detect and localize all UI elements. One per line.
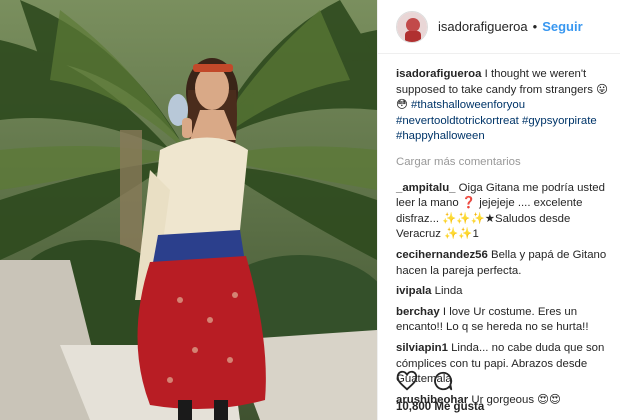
comment-item: _ampitalu_ Oiga Gitana me podría usted l… bbox=[396, 181, 612, 243]
comment-username[interactable]: _ampitalu_ bbox=[396, 182, 456, 194]
comment-username[interactable]: cecihernandez56 bbox=[396, 249, 488, 261]
action-bar bbox=[396, 370, 454, 392]
hashtag-link[interactable]: #nevertooldtotrickortreat bbox=[396, 115, 519, 127]
hashtag-link[interactable]: #gypsyorpirate bbox=[522, 115, 597, 127]
post-caption: isadorafigueroa I thought we weren't sup… bbox=[396, 67, 612, 145]
hashtag-link[interactable]: #thatshalloweenforyou bbox=[411, 99, 525, 111]
comment-username[interactable]: silviapin1 bbox=[396, 342, 448, 354]
comment-item: cecihernandez56 Bella y papá de Gitano h… bbox=[396, 248, 612, 279]
heart-icon-graphic bbox=[396, 370, 418, 391]
hashtag-link[interactable]: #happyhalloween bbox=[396, 130, 485, 142]
avatar[interactable] bbox=[396, 10, 428, 43]
caption-username[interactable]: isadorafigueroa bbox=[396, 68, 481, 80]
comment-item: ivipala Linda bbox=[396, 284, 612, 300]
comment-bubble-icon[interactable] bbox=[432, 370, 454, 392]
comment-item: berchay I love Ur costume. Eres un encan… bbox=[396, 305, 612, 336]
comment-username[interactable]: ivipala bbox=[396, 285, 431, 297]
separator-dot: • bbox=[532, 19, 538, 34]
comments-list: isadorafigueroa I thought we weren't sup… bbox=[396, 67, 612, 413]
header-username[interactable]: isadorafigueroa bbox=[438, 19, 528, 34]
comment-username[interactable]: berchay bbox=[396, 306, 440, 318]
likes-count[interactable]: 10,800 Me gusta bbox=[396, 401, 484, 413]
post-header: isadorafigueroa • Seguir bbox=[378, 0, 620, 54]
heart-icon[interactable] bbox=[396, 370, 418, 392]
post-photo[interactable] bbox=[0, 0, 377, 420]
comment-text: Linda bbox=[431, 285, 463, 298]
post-side-panel: isadorafigueroa • Seguir isadorafigueroa… bbox=[377, 0, 620, 420]
follow-button[interactable]: Seguir bbox=[542, 19, 582, 34]
comment-bubble-icon-graphic bbox=[434, 371, 453, 391]
photo-illustration bbox=[0, 0, 377, 420]
avatar-image bbox=[397, 11, 427, 42]
load-more-comments-button[interactable]: Cargar más comentarios bbox=[396, 155, 612, 171]
